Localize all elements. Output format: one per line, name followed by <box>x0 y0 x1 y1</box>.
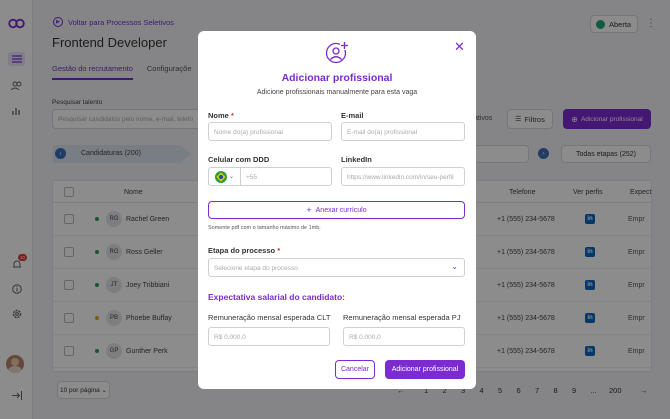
country-select[interactable]: ⌄ <box>209 168 241 185</box>
submit-button[interactable]: Adicionar profissional <box>385 360 465 379</box>
pj-label: Remuneração mensal esperada PJ <box>343 313 461 322</box>
close-icon[interactable]: ✕ <box>454 39 465 55</box>
email-label: E-mail <box>341 111 364 120</box>
stage-placeholder: Selecione etapa do processo <box>214 265 298 272</box>
stage-select[interactable]: Selecione etapa do processo ⌄ <box>208 258 465 277</box>
linkedin-label: LinkedIn <box>341 155 372 164</box>
modal-subtitle: Adicione profissionais manualmente para … <box>256 89 418 96</box>
name-field-label: Nome * <box>208 111 234 120</box>
stage-label: Etapa do processo <box>208 246 276 255</box>
brazil-flag-icon <box>214 170 227 183</box>
clt-label: Remuneração mensal esperada CLT <box>208 313 331 322</box>
add-professional-modal: ✕ Adicionar profissional Adicione profis… <box>198 31 476 389</box>
attach-label: Anexar currículo <box>315 206 367 214</box>
add-user-icon <box>325 41 349 64</box>
pj-field[interactable]: R$ 0.000,0 <box>343 327 465 346</box>
required-mark: * <box>230 111 234 120</box>
stage-field-label: Etapa do processo * <box>208 246 280 255</box>
name-field[interactable]: Nome do(a) profissional <box>208 122 332 141</box>
required-mark: * <box>277 246 281 255</box>
phone-placeholder: +55 <box>246 174 258 181</box>
modal-title: Adicionar profissional <box>281 72 393 84</box>
chevron-down-icon: ⌄ <box>228 174 235 180</box>
chevron-down-icon: ⌄ <box>451 262 458 271</box>
linkedin-field[interactable]: https://www.linkedin.com/in/seu-perfil <box>341 167 465 186</box>
salary-section-title: Expectativa salarial do candidato: <box>208 292 345 302</box>
phone-label: Celular com DDD <box>208 155 270 164</box>
phone-field[interactable]: ⌄ +55 <box>208 167 332 186</box>
cancel-button[interactable]: Cancelar <box>335 360 375 379</box>
plus-icon: + <box>306 205 312 215</box>
name-label: Nome <box>208 111 229 120</box>
attach-resume-button[interactable]: + Anexar currículo <box>208 201 465 219</box>
attach-hint: Somente pdf com o tamanho máximo de 1mb. <box>208 225 321 231</box>
email-field[interactable]: E-mail do(a) profissional <box>341 122 465 141</box>
clt-field[interactable]: R$ 0.000,0 <box>208 327 330 346</box>
